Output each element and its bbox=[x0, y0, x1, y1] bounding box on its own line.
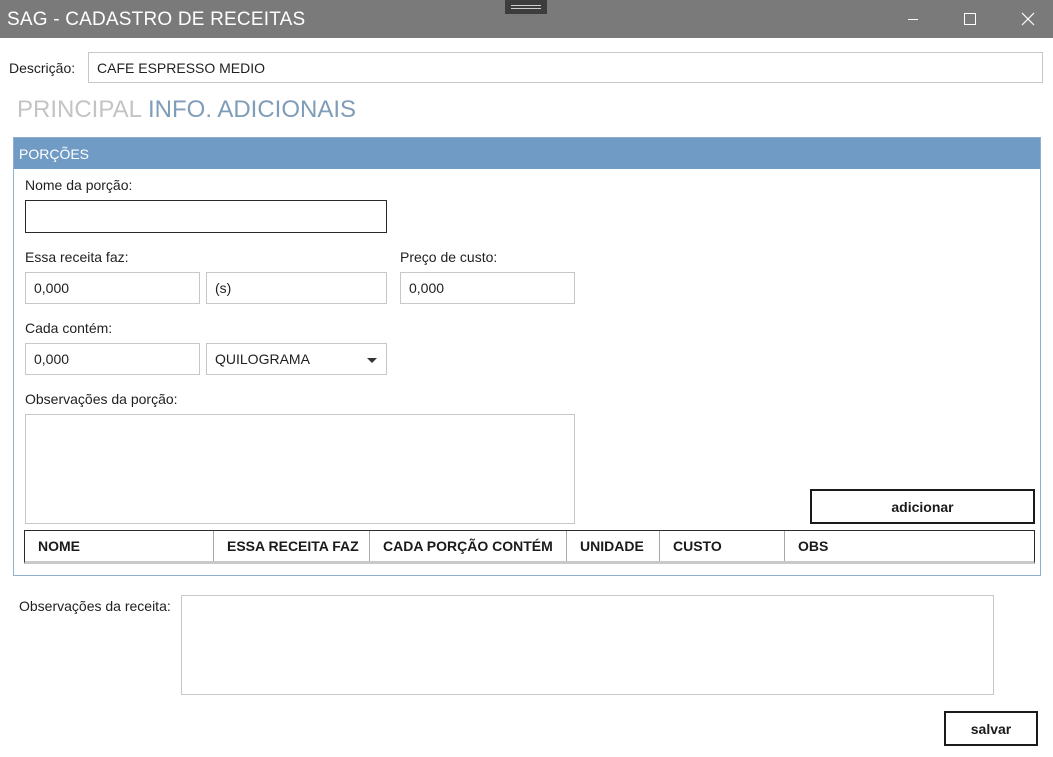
tab-principal[interactable]: PRINCIPAL bbox=[17, 96, 142, 124]
adicionar-button[interactable]: adicionar bbox=[810, 489, 1035, 524]
cada-contem-input[interactable]: 0,000 bbox=[25, 343, 200, 375]
essa-receita-faz-label: Essa receita faz: bbox=[25, 249, 129, 265]
observacoes-receita-label: Observações da receita: bbox=[19, 598, 171, 614]
chevron-down-icon[interactable] bbox=[367, 358, 377, 363]
column-header-cada-porcao-contem[interactable]: CADA PORÇÃO CONTÉM bbox=[370, 531, 567, 561]
preco-custo-label: Preço de custo: bbox=[400, 249, 498, 265]
close-icon bbox=[1021, 12, 1035, 26]
column-header-nome[interactable]: NOME bbox=[25, 531, 214, 561]
column-header-custo[interactable]: CUSTO bbox=[660, 531, 785, 561]
nome-porcao-input[interactable] bbox=[25, 200, 387, 233]
maximize-icon bbox=[964, 13, 976, 25]
drag-grip-icon[interactable] bbox=[505, 0, 547, 14]
observacoes-porcao-textarea[interactable] bbox=[25, 414, 575, 524]
close-button[interactable] bbox=[1005, 0, 1051, 38]
column-header-essa-receita-faz[interactable]: ESSA RECEITA FAZ bbox=[214, 531, 370, 561]
column-header-obs[interactable]: OBS bbox=[785, 531, 1034, 561]
unidade-dropdown[interactable]: QUILOGRAMA bbox=[206, 343, 387, 375]
tab-info-adicionais[interactable]: INFO. ADICIONAIS bbox=[148, 96, 356, 124]
porcoes-header: PORÇÕES bbox=[14, 138, 1040, 169]
unidade-dropdown-value: QUILOGRAMA bbox=[215, 351, 310, 367]
essa-receita-faz-input[interactable]: 0,000 bbox=[25, 272, 200, 304]
descricao-field[interactable]: CAFE ESPRESSO MEDIO bbox=[88, 52, 1043, 83]
maximize-button[interactable] bbox=[947, 0, 993, 38]
essa-receita-faz-unit-input[interactable]: (s) bbox=[206, 272, 387, 304]
observacoes-receita-textarea[interactable] bbox=[181, 595, 994, 695]
title-bar: SAG - CADASTRO DE RECEITAS bbox=[0, 0, 1053, 38]
descricao-label: Descrição: bbox=[9, 60, 76, 76]
salvar-button[interactable]: salvar bbox=[944, 711, 1038, 746]
cada-contem-label: Cada contém: bbox=[25, 320, 113, 336]
window-title: SAG - CADASTRO DE RECEITAS bbox=[7, 9, 306, 30]
minimize-icon bbox=[908, 19, 918, 20]
porcoes-table: NOME ESSA RECEITA FAZ CADA PORÇÃO CONTÉM… bbox=[24, 530, 1035, 564]
observacoes-porcao-label: Observações da porção: bbox=[25, 391, 178, 407]
minimize-button[interactable] bbox=[890, 0, 936, 38]
nome-porcao-label: Nome da porção: bbox=[25, 177, 133, 193]
column-header-unidade[interactable]: UNIDADE bbox=[567, 531, 660, 561]
preco-custo-input[interactable]: 0,000 bbox=[400, 272, 575, 304]
